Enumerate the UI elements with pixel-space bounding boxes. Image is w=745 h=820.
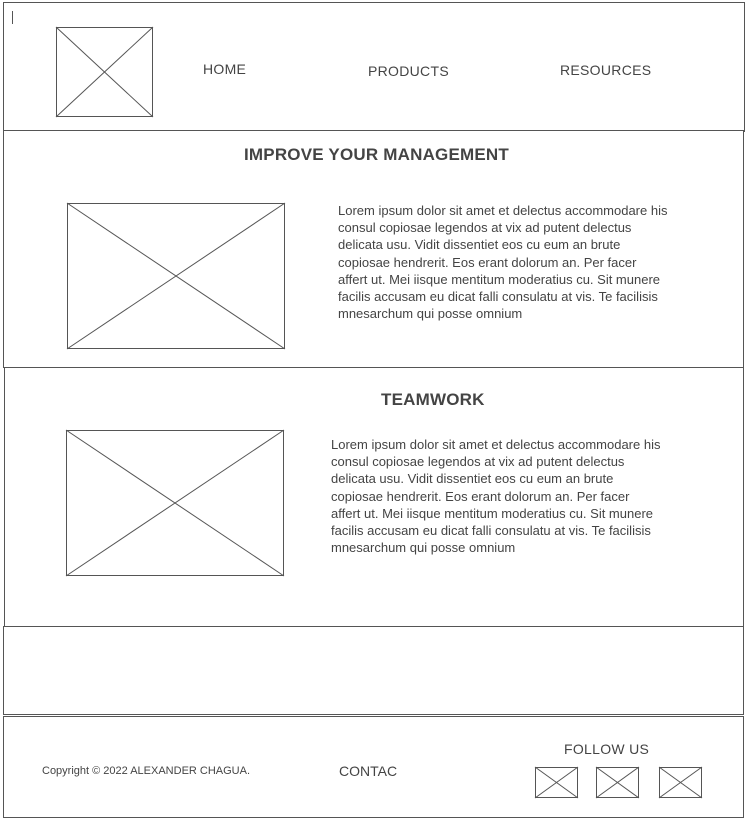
nav-home[interactable]: HOME (203, 61, 246, 77)
nav-products[interactable]: PRODUCTS (368, 63, 449, 79)
logo-placeholder-icon[interactable] (56, 27, 153, 117)
contact-link[interactable]: CONTAC (339, 763, 397, 779)
section-title: TEAMWORK (381, 390, 485, 409)
empty-section (3, 626, 744, 715)
text-cursor (12, 11, 13, 24)
follow-us-label: FOLLOW US (564, 741, 650, 757)
image-placeholder-icon (66, 430, 284, 576)
copyright-text: Copyright © 2022 ALEXANDER CHAGUA. (42, 765, 251, 777)
nav-resources[interactable]: RESOURCES (560, 62, 651, 78)
social-icon[interactable] (535, 767, 578, 798)
social-icon[interactable] (596, 767, 639, 798)
section-title: IMPROVE YOUR MANAGEMENT (244, 145, 509, 164)
section-body: Lorem ipsum dolor sit amet et delectus a… (338, 203, 668, 322)
section-body: Lorem ipsum dolor sit amet et delectus a… (331, 437, 661, 556)
social-icon[interactable] (659, 767, 702, 798)
image-placeholder-icon (67, 203, 285, 349)
